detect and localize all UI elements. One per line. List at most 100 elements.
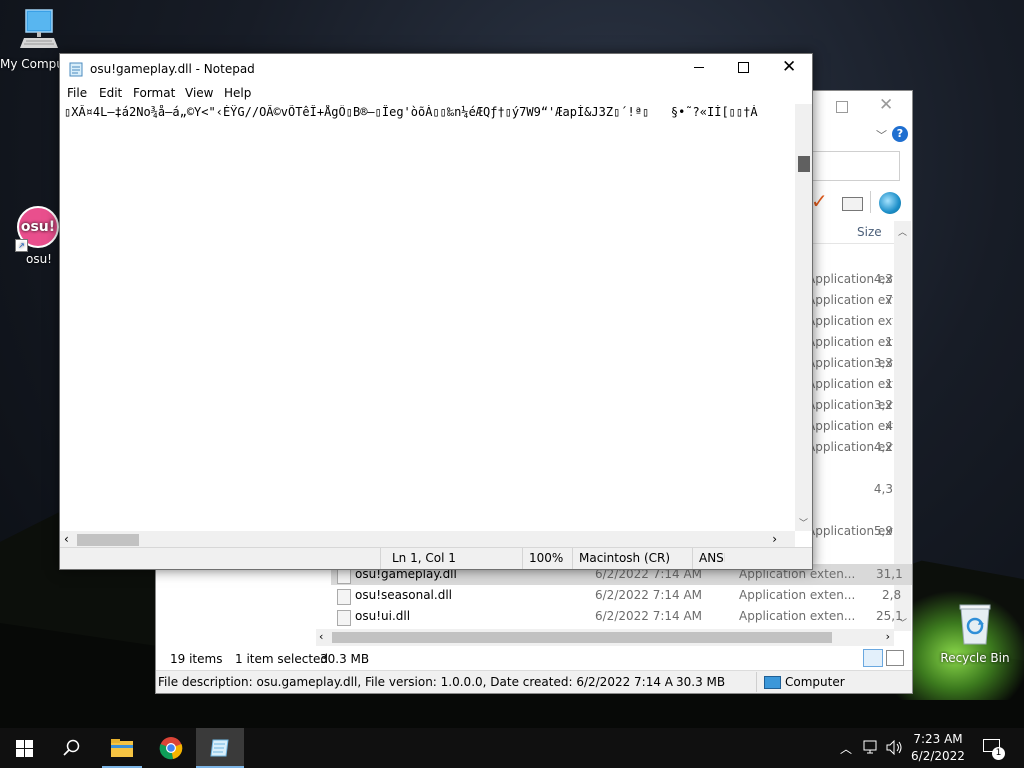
menu-bar: File Edit Format View Help xyxy=(60,84,812,104)
taskbar-file-explorer[interactable] xyxy=(98,728,146,768)
dll-file-icon xyxy=(337,610,351,626)
menu-format[interactable]: Format xyxy=(133,86,175,100)
details-divider xyxy=(756,672,757,692)
scroll-right-icon[interactable]: › xyxy=(886,630,890,643)
status-item-count: 19 items xyxy=(170,652,223,666)
properties-icon[interactable] xyxy=(842,197,863,211)
explorer-hscroll[interactable]: ‹ › xyxy=(316,629,894,646)
show-hidden-icons-icon[interactable]: ︿ xyxy=(840,740,852,757)
start-button[interactable] xyxy=(0,728,48,768)
vscroll-thumb[interactable] xyxy=(798,156,810,172)
scroll-left-icon[interactable]: ‹ xyxy=(319,630,323,643)
desktop-icon-recycle-bin[interactable]: Recycle Bin xyxy=(937,602,1013,665)
network-icon[interactable] xyxy=(863,740,880,755)
text-editor[interactable]: ▯XÂ¤4L–‡á2No¾å–á„©Y<"‹ÉŸG//OÂ©vÕTêÎ+ÅgÔ▯… xyxy=(64,105,804,125)
file-row-partial[interactable]: 4,3 xyxy=(811,479,893,500)
file-row-partial[interactable]: Application exten...4,2 xyxy=(811,437,893,458)
notepad-hscroll[interactable]: ‹ › xyxy=(60,531,795,548)
clock-time[interactable]: 7:23 AM xyxy=(908,732,968,746)
scroll-right-icon[interactable]: › xyxy=(772,532,777,546)
toolbar-divider xyxy=(870,191,871,213)
maximize-icon[interactable] xyxy=(738,62,749,73)
file-date: 6/2/2022 7:14 AM xyxy=(595,609,703,623)
file-type: Application exten... xyxy=(811,419,893,433)
search-button[interactable] xyxy=(48,728,96,768)
file-row[interactable]: osu!ui.dll 6/2/2022 7:14 AM Application … xyxy=(331,606,912,627)
windows-logo-icon xyxy=(15,739,33,757)
file-type: Application exten... xyxy=(811,377,893,391)
globe-icon[interactable] xyxy=(879,192,901,214)
volume-icon[interactable] xyxy=(886,740,904,755)
close-icon[interactable]: ✕ xyxy=(782,57,796,77)
file-row-partial[interactable]: Application exten... xyxy=(811,311,893,332)
file-row-partial[interactable]: Application exten...1 xyxy=(811,332,893,353)
file-name: osu!ui.dll xyxy=(355,609,411,623)
search-icon xyxy=(63,739,80,756)
menu-help[interactable]: Help xyxy=(224,86,251,100)
dll-file-icon xyxy=(337,589,351,605)
column-header-size[interactable]: Size xyxy=(857,225,882,239)
file-row-partial[interactable] xyxy=(811,500,893,521)
action-center-button[interactable]: 1 xyxy=(982,738,1005,760)
status-separator xyxy=(572,548,573,569)
file-size: 4,3 xyxy=(873,482,893,496)
status-encoding: ANSI xyxy=(699,551,725,565)
details-view-icon[interactable] xyxy=(863,649,883,667)
clock-date[interactable]: 6/2/2022 xyxy=(908,749,968,763)
file-size: 1 xyxy=(885,377,893,391)
menu-file[interactable]: File xyxy=(67,86,87,100)
details-size: 30.3 MB xyxy=(676,675,726,689)
file-type: Application exten... xyxy=(811,293,893,307)
maximize-icon[interactable] xyxy=(836,101,848,113)
file-size: 4,2 xyxy=(873,440,893,454)
status-selected: 1 item selected xyxy=(235,652,329,666)
file-row[interactable]: osu!seasonal.dll 6/2/2022 7:14 AM Applic… xyxy=(331,585,912,606)
dll-file-icon xyxy=(337,568,351,584)
explorer-statusbar: 19 items 1 item selected 30.3 MB xyxy=(156,647,912,669)
scroll-up-icon[interactable]: ︿ xyxy=(898,225,907,238)
desktop-icon-label: Recycle Bin xyxy=(940,651,1010,665)
file-row-partial[interactable]: Application exten...3,3 xyxy=(811,353,893,374)
status-size: 30.3 MB xyxy=(320,652,370,666)
menu-view[interactable]: View xyxy=(185,86,213,100)
file-row-partial[interactable]: Application exten...7 xyxy=(811,290,893,311)
hscroll-thumb[interactable] xyxy=(332,632,832,643)
file-size: 25,1 xyxy=(876,609,903,623)
notepad-statusbar: Ln 1, Col 1 100% Macintosh (CR) ANSI xyxy=(60,547,812,569)
status-cursor-position: Ln 1, Col 1 xyxy=(392,551,456,565)
scroll-left-icon[interactable]: ‹ xyxy=(64,532,69,546)
help-icon[interactable]: ? xyxy=(892,126,908,142)
taskbar-notepad[interactable] xyxy=(196,728,244,768)
file-row-partial[interactable] xyxy=(811,458,893,479)
close-icon[interactable]: ✕ xyxy=(879,95,893,115)
file-row-partial[interactable]: Application exten...4 xyxy=(811,416,893,437)
notepad-vscroll[interactable]: ﹀ xyxy=(795,104,812,531)
file-row-partial[interactable]: Application exten...4,3 xyxy=(811,269,893,290)
scroll-down-icon[interactable]: ﹀ xyxy=(799,516,808,529)
file-size: 31,1 xyxy=(876,567,903,581)
minimize-icon[interactable] xyxy=(694,67,704,68)
file-size: 1 xyxy=(885,335,893,349)
hscroll-thumb[interactable] xyxy=(77,534,139,546)
file-row-partial[interactable]: Application exten...1 xyxy=(811,374,893,395)
computer-small-icon xyxy=(764,676,781,689)
large-icons-view-icon[interactable] xyxy=(886,650,904,666)
chevron-down-icon[interactable]: ﹀ xyxy=(876,127,887,143)
notepad-titlebar[interactable]: osu!gameplay.dll - Notepad ✕ xyxy=(60,54,812,84)
checkmark-icon[interactable]: ✓ xyxy=(811,191,831,211)
file-type: Application exten... xyxy=(811,335,893,349)
file-size: 4,3 xyxy=(873,272,893,286)
file-size: 3,3 xyxy=(873,356,893,370)
notepad-window[interactable]: osu!gameplay.dll - Notepad ✕ File Edit F… xyxy=(59,53,813,570)
taskbar: ︿ 7:23 AM 6/2/2022 1 xyxy=(0,728,1024,768)
status-separator xyxy=(380,548,381,569)
file-row-partial[interactable]: Application exten...5,9 xyxy=(811,521,893,542)
file-name: osu!seasonal.dll xyxy=(355,588,452,602)
menu-edit[interactable]: Edit xyxy=(99,86,122,100)
file-size: 5,9 xyxy=(873,524,893,538)
taskbar-chrome[interactable] xyxy=(147,728,195,768)
computer-icon xyxy=(20,9,58,48)
notepad-icon xyxy=(69,62,83,77)
file-row-partial[interactable]: Application exten...3,2 xyxy=(811,395,893,416)
recycle-bin-icon xyxy=(959,604,991,645)
